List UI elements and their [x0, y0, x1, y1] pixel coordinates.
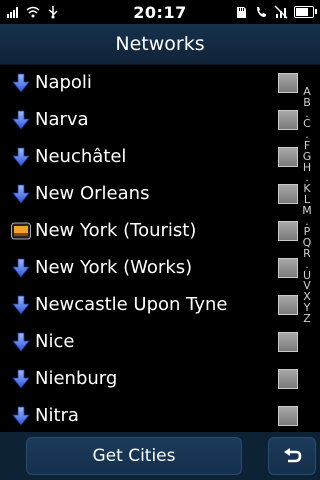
list-item-checkbox[interactable] — [278, 146, 298, 167]
list-item[interactable]: Nienburg — [0, 360, 300, 397]
list-item[interactable]: New Orleans — [0, 175, 300, 212]
list-item-checkbox[interactable] — [278, 368, 298, 389]
list-item-label: Narva — [35, 109, 89, 130]
download-arrow-icon — [10, 72, 32, 94]
back-button[interactable] — [268, 437, 316, 475]
list-item-label: New York (Tourist) — [35, 220, 197, 241]
list-item-checkbox[interactable] — [278, 294, 298, 315]
list-item-checkbox[interactable] — [278, 331, 298, 352]
list-item-checkbox[interactable] — [278, 72, 298, 93]
list-item-checkbox[interactable] — [278, 109, 298, 130]
list-item[interactable]: Narva — [0, 101, 300, 138]
alphabet-index-letter[interactable]: B — [303, 97, 311, 108]
alphabet-index-letter[interactable]: M — [302, 205, 312, 216]
installed-map-icon — [10, 220, 32, 242]
list-item-label: Neuchâtel — [35, 146, 127, 167]
list-item-checkbox[interactable] — [278, 405, 298, 426]
list-item-checkbox[interactable] — [278, 257, 298, 278]
list-item[interactable]: New York (Works) — [0, 249, 300, 286]
list-item-label: New York (Works) — [35, 257, 193, 278]
list-item-checkbox[interactable] — [278, 220, 298, 241]
get-cities-button[interactable]: Get Cities — [26, 437, 242, 475]
download-arrow-icon — [10, 109, 32, 131]
bottom-bar: Get Cities — [0, 432, 320, 480]
list-item[interactable]: Neuchâtel — [0, 138, 300, 175]
list-item-label: Napoli — [35, 72, 92, 93]
back-arrow-icon — [281, 445, 303, 467]
download-arrow-icon — [10, 331, 32, 353]
list-item[interactable]: New York (Tourist) — [0, 212, 300, 249]
status-time: 20:17 — [133, 2, 187, 22]
download-arrow-icon — [10, 368, 32, 390]
download-arrow-icon — [10, 183, 32, 205]
list-item[interactable]: Nitra — [0, 397, 300, 434]
alphabet-index-letter[interactable]: Z — [303, 313, 311, 324]
list-item-label: Nice — [35, 331, 75, 352]
battery-icon — [294, 6, 317, 18]
page-title: Networks — [115, 33, 205, 55]
header-bar: Networks — [0, 24, 320, 65]
download-arrow-icon — [10, 257, 32, 279]
download-arrow-icon — [10, 405, 32, 427]
list-item[interactable]: Napoli — [0, 64, 300, 101]
list-item-label: Newcastle Upon Tyne — [35, 294, 228, 315]
status-bar: 20:17 — [0, 0, 320, 24]
networks-list[interactable]: Napoli Narva Neuchâtel New Orleans New York … — [0, 64, 320, 432]
alphabet-index[interactable]: AB.C.FGH.KLM.PQR.UVXYZ — [300, 86, 314, 324]
list-item-checkbox[interactable] — [278, 183, 298, 204]
download-arrow-icon — [10, 294, 32, 316]
alphabet-index-letter[interactable]: . — [305, 259, 309, 270]
list-item[interactable]: Newcastle Upon Tyne — [0, 286, 300, 323]
list-item-label: New Orleans — [35, 183, 150, 204]
download-arrow-icon — [10, 146, 32, 168]
list-item[interactable]: Nice — [0, 323, 300, 360]
list-item-label: Nienburg — [35, 368, 118, 389]
list-item-label: Nitra — [35, 405, 79, 426]
alphabet-index-letter[interactable]: G — [303, 151, 312, 162]
